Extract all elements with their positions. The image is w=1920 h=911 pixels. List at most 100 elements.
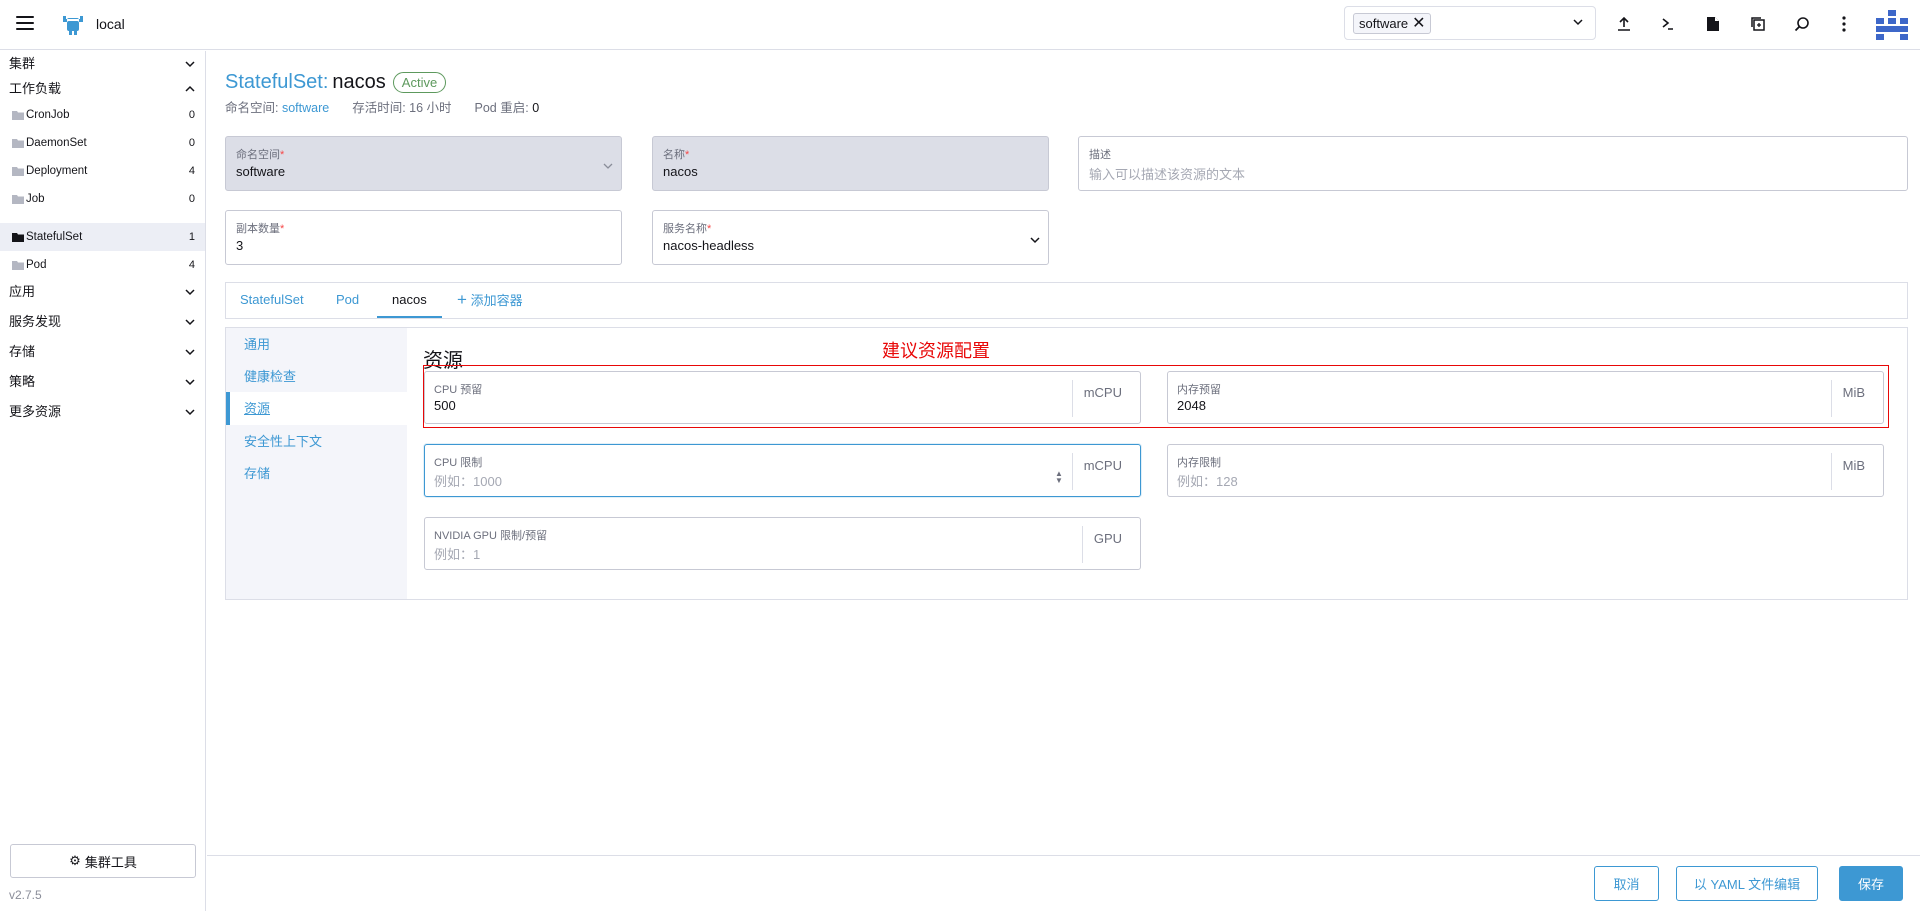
upload-icon[interactable] bbox=[1614, 14, 1634, 34]
close-icon[interactable]: ✕ bbox=[1412, 15, 1425, 32]
folder-icon bbox=[12, 110, 24, 120]
gear-icon: ⚙ bbox=[69, 853, 81, 868]
sidebar-group-workloads[interactable]: 工作负载 bbox=[0, 76, 205, 102]
cancel-button[interactable]: 取消 bbox=[1594, 866, 1659, 901]
chevron-down-icon[interactable] bbox=[1571, 15, 1585, 29]
sidebar: 集群 工作负载 CronJob 0 DaemonSet 0 Deployment… bbox=[0, 51, 206, 911]
tab-bar: StatefulSet Pod nacos + 添加容器 bbox=[225, 282, 1908, 319]
sidebar-item-daemonset[interactable]: DaemonSet 0 bbox=[0, 129, 205, 157]
description-field[interactable]: 描述 输入可以描述该资源的文本 bbox=[1078, 136, 1908, 191]
sidebar-group-apps[interactable]: 应用 bbox=[0, 279, 205, 305]
edit-as-yaml-button[interactable]: 以 YAML 文件编辑 bbox=[1676, 866, 1818, 901]
sidebar-item-label: Deployment bbox=[26, 165, 88, 177]
sidebar-group-service-discovery[interactable]: 服务发现 bbox=[0, 309, 205, 335]
rancher-logo[interactable] bbox=[60, 12, 86, 36]
cpu-limit-placeholder: 例如：1000 bbox=[434, 474, 502, 489]
cpu-reservation-unit: mCPU bbox=[1071, 380, 1140, 417]
sidebar-group-more-resources[interactable]: 更多资源 bbox=[0, 399, 205, 425]
age-meta-label: 存活时间: bbox=[352, 101, 406, 115]
namespace-meta-link[interactable]: software bbox=[282, 101, 329, 115]
memory-limit-field[interactable]: 内存限制 例如：128 MiB bbox=[1167, 444, 1884, 497]
main-content: StatefulSet: nacos Active 命名空间: software… bbox=[207, 51, 1920, 911]
nav-storage[interactable]: 存储 bbox=[226, 457, 407, 490]
nav-resources[interactable]: 资源 bbox=[226, 392, 407, 425]
chevron-up-icon bbox=[185, 85, 195, 92]
service-name-select[interactable]: 服务名称* nacos-headless bbox=[652, 210, 1049, 265]
nav-general[interactable]: 通用 bbox=[226, 328, 407, 361]
sidebar-group-label: 服务发现 bbox=[9, 314, 62, 329]
sidebar-item-deployment[interactable]: Deployment 4 bbox=[0, 157, 205, 185]
menu-icon[interactable] bbox=[16, 16, 34, 30]
sidebar-item-statefulset[interactable]: StatefulSet 1 bbox=[0, 223, 205, 251]
sidebar-group-label: 更多资源 bbox=[9, 404, 62, 419]
sidebar-group-label: 集群 bbox=[9, 56, 36, 71]
shell-icon[interactable] bbox=[1658, 14, 1678, 34]
gpu-field[interactable]: NVIDIA GPU 限制/预留 例如：1 GPU bbox=[424, 517, 1141, 570]
folder-icon bbox=[12, 260, 24, 270]
file-icon[interactable] bbox=[1703, 14, 1723, 34]
status-badge: Active bbox=[392, 71, 447, 93]
memory-reservation-value: 2048 bbox=[1177, 398, 1206, 413]
replicas-field-label: 副本数量 bbox=[236, 223, 280, 235]
folder-icon bbox=[12, 194, 24, 204]
chevron-down-icon bbox=[185, 61, 195, 68]
cpu-limit-field[interactable]: CPU 限制 例如：1000 ▲ ▼ mCPU bbox=[424, 444, 1141, 497]
memory-limit-unit: MiB bbox=[1830, 453, 1883, 490]
memory-limit-label: 内存限制 bbox=[1177, 457, 1221, 469]
tab-statefulset[interactable]: StatefulSet bbox=[240, 283, 304, 318]
chevron-down-icon bbox=[185, 379, 195, 386]
cluster-tools-button[interactable]: ⚙ 集群工具 bbox=[10, 844, 196, 878]
description-field-label: 描述 bbox=[1089, 149, 1111, 161]
tab-nacos[interactable]: nacos bbox=[377, 283, 442, 318]
chevron-down-icon bbox=[185, 289, 195, 296]
nav-security-context[interactable]: 安全性上下文 bbox=[226, 425, 407, 458]
search-icon[interactable] bbox=[1792, 14, 1812, 34]
cpu-limit-unit: mCPU bbox=[1071, 453, 1140, 490]
version-label: v2.7.5 bbox=[9, 888, 42, 902]
sidebar-item-count: 4 bbox=[188, 259, 195, 271]
namespace-filter[interactable]: software ✕ bbox=[1344, 6, 1596, 40]
cpu-reservation-label: CPU 预留 bbox=[434, 384, 483, 396]
cpu-reservation-field[interactable]: CPU 预留 500 mCPU bbox=[424, 371, 1141, 424]
namespace-field-label: 命名空间 bbox=[236, 149, 280, 161]
gpu-label: NVIDIA GPU 限制/预留 bbox=[434, 530, 548, 542]
tab-add-container[interactable]: + 添加容器 bbox=[457, 283, 523, 318]
restarts-meta-value: 0 bbox=[532, 101, 540, 115]
sidebar-item-label: Job bbox=[26, 193, 45, 205]
sidebar-item-count: 0 bbox=[188, 137, 195, 149]
replicas-field[interactable]: 副本数量* 3 bbox=[225, 210, 622, 265]
sidebar-item-cronjob[interactable]: CronJob 0 bbox=[0, 101, 205, 129]
tab-pod[interactable]: Pod bbox=[336, 283, 359, 318]
sidebar-item-count: 1 bbox=[188, 231, 195, 243]
folder-icon bbox=[12, 138, 24, 148]
sidebar-group-storage[interactable]: 存储 bbox=[0, 339, 205, 365]
memory-reservation-field[interactable]: 内存预留 2048 MiB bbox=[1167, 371, 1884, 424]
sidebar-item-count: 0 bbox=[188, 109, 195, 121]
sidebar-group-policy[interactable]: 策略 bbox=[0, 369, 205, 395]
chevron-down-icon bbox=[185, 409, 195, 416]
name-field-label: 名称 bbox=[663, 149, 685, 161]
name-field-value: nacos bbox=[663, 164, 698, 179]
number-stepper-icon[interactable]: ▲ ▼ bbox=[1055, 470, 1063, 486]
folder-icon bbox=[12, 232, 24, 242]
sidebar-item-job[interactable]: Job 0 bbox=[0, 185, 205, 213]
copy-config-icon[interactable] bbox=[1748, 14, 1768, 34]
namespace-field-value: software bbox=[236, 164, 286, 179]
top-header: local software ✕ bbox=[0, 0, 1920, 50]
sidebar-group-cluster[interactable]: 集群 bbox=[0, 51, 205, 77]
nav-health-check[interactable]: 健康检查 bbox=[226, 360, 407, 393]
add-container-label: 添加容器 bbox=[470, 293, 523, 308]
folder-icon bbox=[12, 166, 24, 176]
sidebar-item-label: Pod bbox=[26, 259, 47, 271]
chevron-down-icon[interactable] bbox=[1030, 235, 1040, 245]
service-name-value: nacos-headless bbox=[663, 238, 755, 253]
sidebar-item-label: StatefulSet bbox=[26, 231, 83, 243]
save-button[interactable]: 保存 bbox=[1839, 866, 1903, 901]
more-vertical-icon[interactable] bbox=[1834, 14, 1854, 34]
resource-kind-link[interactable]: StatefulSet: bbox=[225, 69, 328, 95]
sidebar-item-pod[interactable]: Pod 4 bbox=[0, 251, 205, 279]
user-avatar[interactable] bbox=[1876, 10, 1908, 40]
cluster-name: local bbox=[96, 16, 125, 32]
description-field-placeholder: 输入可以描述该资源的文本 bbox=[1089, 167, 1246, 182]
resource-name: nacos bbox=[332, 71, 386, 93]
